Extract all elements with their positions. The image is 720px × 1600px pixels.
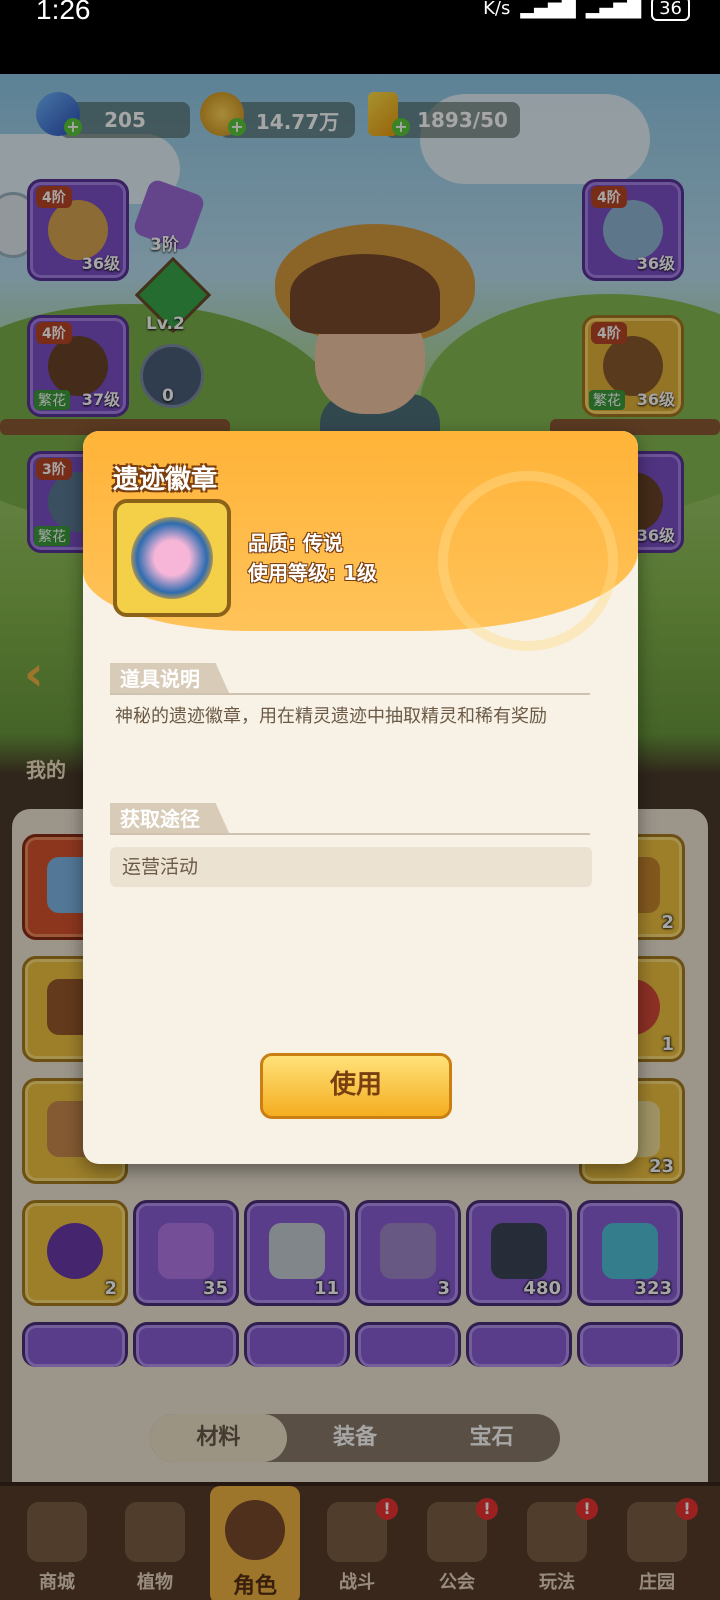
status-icons: K/s ▂▄▆█ ▂▄▆█ 36	[483, 0, 690, 21]
status-time: 1:26	[36, 0, 91, 25]
item-quality: 品质: 传说	[248, 531, 343, 555]
item-description: 神秘的遗迹徽章，用在精灵遗迹中抽取精灵和稀有奖励	[115, 706, 547, 727]
desc-section-header: 道具说明	[110, 663, 230, 695]
network-speed-unit: K/s	[483, 0, 511, 19]
status-bar: 1:26 K/s ▂▄▆█ ▂▄▆█ 36	[0, 0, 720, 74]
item-use-level: 使用等级: 1级	[248, 561, 377, 585]
game-screen: 205 + 14.77万 + 1893/50 + 4阶 36级 4阶 繁花 37…	[0, 74, 720, 1600]
battery-icon: 36	[651, 0, 690, 21]
signal-icon-2: ▂▄▆█	[585, 0, 642, 19]
source-section-header: 获取途径	[110, 803, 230, 835]
item-source: 运营活动	[110, 847, 592, 887]
divider	[110, 693, 590, 695]
item-preview	[113, 499, 231, 617]
signal-icon: ▂▄▆█	[520, 0, 576, 19]
relic-badge-icon	[131, 517, 213, 599]
sun-decoration	[438, 471, 618, 651]
item-detail-dialog: 遗迹徽章 品质: 传说 使用等级: 1级 道具说明 神秘的遗迹徽章，用在精灵遗迹…	[83, 431, 638, 1164]
divider	[110, 833, 590, 835]
dialog-title: 遗迹徽章	[113, 465, 218, 495]
use-button[interactable]: 使用	[260, 1053, 452, 1119]
